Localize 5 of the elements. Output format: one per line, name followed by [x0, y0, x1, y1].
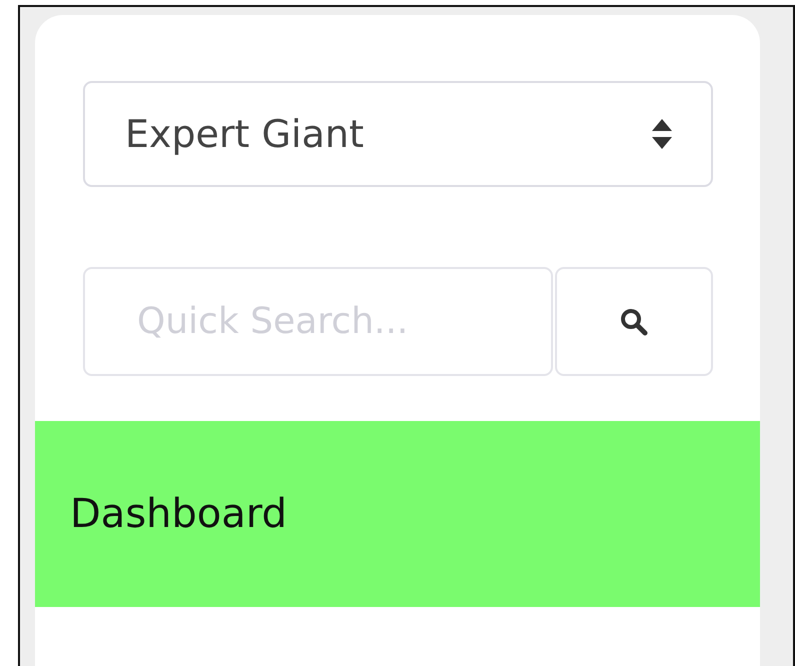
company-select[interactable]: Expert Giant — [83, 81, 713, 187]
nav-item[interactable]: Dashboard — [35, 421, 760, 607]
search-icon — [620, 308, 648, 336]
search-button[interactable] — [555, 267, 713, 376]
sort-caret-icon — [651, 118, 673, 150]
